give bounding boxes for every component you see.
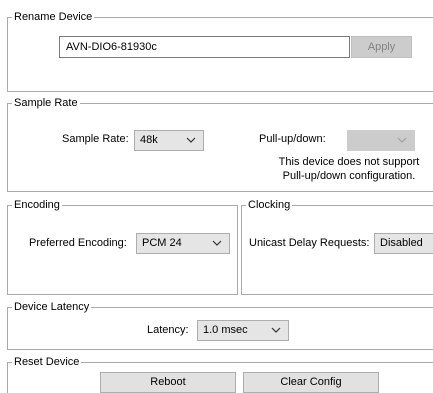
- note-line-1: This device does not support: [278, 156, 420, 168]
- preferred-encoding-label: Preferred Encoding:: [29, 237, 127, 249]
- apply-button[interactable]: Apply: [351, 36, 412, 58]
- reset-device-title: Reset Device: [12, 355, 82, 369]
- preferred-encoding-selected: PCM 24: [142, 237, 182, 249]
- unicast-delay-selected: Disabled: [380, 237, 423, 249]
- unicast-delay-select[interactable]: Disabled: [374, 233, 433, 254]
- latency-select[interactable]: 1.0 msec: [197, 320, 289, 341]
- pullupdown-select[interactable]: [347, 130, 415, 151]
- device-settings-panel: Rename Device AVN-DIO6-81930c Apply Samp…: [0, 0, 433, 393]
- encoding-title: Encoding: [12, 198, 62, 212]
- note-line-2: Pull-up/down configuration.: [282, 170, 416, 182]
- chevron-down-icon: [271, 325, 281, 335]
- pullupdown-label: Pull-up/down:: [259, 133, 326, 145]
- device-latency-title: Device Latency: [12, 300, 92, 314]
- sample-rate-group: Sample Rate Sample Rate: 48k Pull-up/dow…: [7, 96, 433, 192]
- chevron-down-icon: [397, 135, 407, 145]
- reboot-button[interactable]: Reboot: [100, 372, 236, 393]
- latency-label: Latency:: [147, 324, 189, 336]
- pullupdown-unsupported-note: This device does not support Pull-up/dow…: [263, 155, 433, 183]
- sample-rate-label: Sample Rate:: [62, 133, 129, 145]
- clear-config-button[interactable]: Clear Config: [243, 372, 379, 393]
- sample-rate-selected: 48k: [140, 134, 158, 146]
- rename-device-group: Rename Device AVN-DIO6-81930c Apply: [7, 10, 433, 92]
- reset-device-group: Reset Device Reboot Clear Config: [7, 355, 433, 393]
- latency-selected: 1.0 msec: [203, 324, 248, 336]
- rename-device-title: Rename Device: [12, 10, 95, 24]
- clocking-title: Clocking: [246, 198, 293, 212]
- sample-rate-select[interactable]: 48k: [134, 130, 204, 151]
- chevron-down-icon: [212, 238, 222, 248]
- chevron-down-icon: [186, 135, 196, 145]
- clocking-group: Clocking Unicast Delay Requests: Disable…: [241, 198, 433, 295]
- device-name-input[interactable]: AVN-DIO6-81930c: [59, 36, 350, 58]
- encoding-group: Encoding Preferred Encoding: PCM 24: [7, 198, 238, 295]
- device-latency-group: Device Latency Latency: 1.0 msec: [7, 300, 433, 350]
- preferred-encoding-select[interactable]: PCM 24: [136, 233, 230, 254]
- unicast-delay-label: Unicast Delay Requests:: [249, 237, 370, 249]
- sample-rate-title: Sample Rate: [12, 96, 80, 110]
